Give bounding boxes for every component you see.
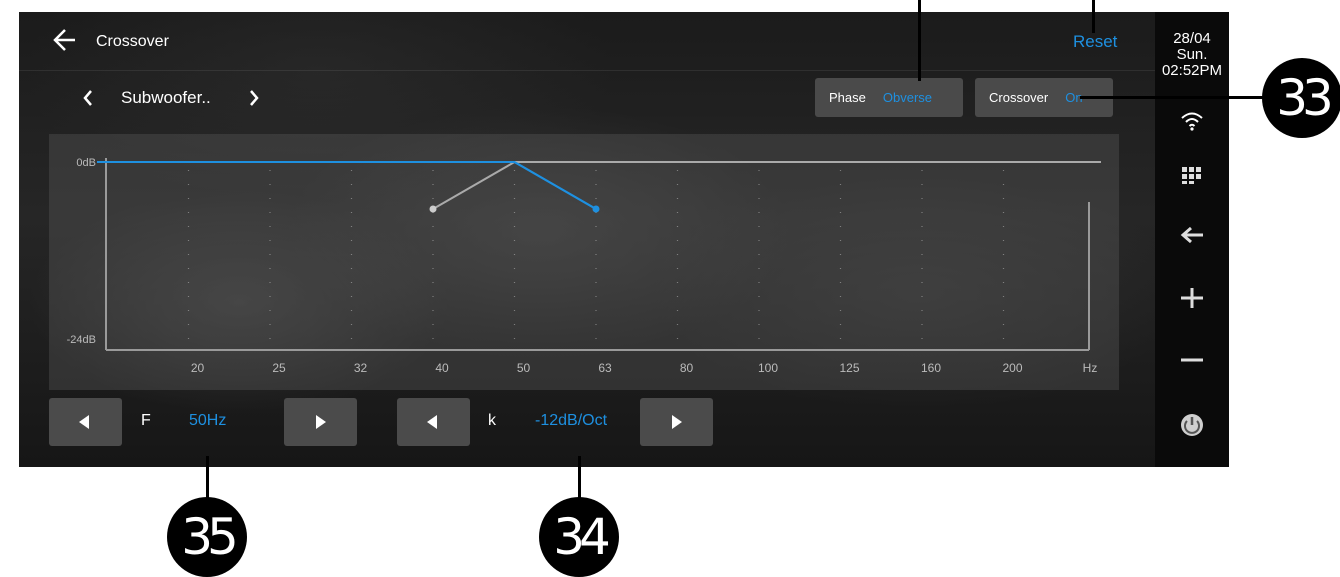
triangle-right-icon (316, 415, 326, 429)
apps-grid-icon[interactable] (1177, 160, 1207, 190)
chevron-right-icon (250, 90, 259, 106)
next-channel-button[interactable] (245, 84, 263, 112)
time: 02:52PM (1161, 62, 1223, 79)
callout-marker: 34 (539, 497, 619, 577)
blue-handle-point (592, 205, 600, 213)
chevron-left-icon (83, 90, 92, 106)
power-icon[interactable] (1177, 410, 1207, 440)
prev-channel-button[interactable] (79, 84, 97, 112)
slope-increase-button[interactable] (640, 398, 713, 446)
crossover-chart: 0dB -24dB 20 25 32 40 50 63 80 100 125 160 200 Hz (67, 157, 1101, 375)
slope-decrease-button[interactable] (397, 398, 470, 446)
x-tick-label: 40 (435, 361, 449, 375)
volume-down-icon[interactable] (1177, 344, 1207, 374)
triangle-right-icon (672, 415, 682, 429)
status-sidebar: 28/04 Sun. 02:52PM (1155, 12, 1229, 467)
slope-label: k (488, 412, 496, 429)
x-tick-label: 20 (191, 361, 205, 375)
freq-value: 50Hz (189, 412, 227, 429)
blue-response-line-overlay (97, 161, 597, 210)
reset-button[interactable]: Reset (1073, 32, 1117, 52)
y-label-bottom: -24dB (67, 334, 96, 346)
callout-marker: 35 (167, 497, 247, 577)
wifi-icon[interactable] (1177, 106, 1207, 136)
day: Sun. (1176, 46, 1208, 63)
blue-response-line (97, 161, 597, 210)
phase-value: Obverse (882, 90, 933, 105)
x-tick-label: 80 (680, 361, 694, 375)
back-arrow-icon[interactable] (1177, 220, 1207, 250)
date-time: 28/04 Sun. 02:52PM (1155, 31, 1229, 79)
x-tick-label: 160 (921, 361, 941, 375)
date: 28/04 (1173, 30, 1211, 47)
triangle-left-icon (427, 415, 437, 429)
phase-toggle[interactable]: Phase Obverse (815, 78, 963, 117)
triangle-left-icon (79, 415, 89, 429)
crossover-label: Crossover (989, 90, 1049, 105)
app-screen: Crossover Reset Subwoofer.. Phase Obvers… (19, 12, 1229, 467)
freq-label: F (141, 412, 151, 429)
freq-increase-button[interactable] (284, 398, 357, 446)
gray-response-line (432, 161, 1101, 210)
callout-line (918, 0, 921, 81)
callout-line (1080, 96, 1270, 99)
channel-name: Subwoofer.. (121, 88, 211, 107)
x-tick-label: 50 (517, 361, 531, 375)
page-title: Crossover (96, 33, 169, 50)
volume-up-icon[interactable] (1177, 282, 1207, 312)
x-tick-label: 125 (839, 361, 859, 375)
x-tick-label: 32 (354, 361, 368, 375)
y-label-top: 0dB (76, 157, 96, 169)
callout-marker: 33 (1262, 58, 1340, 138)
x-unit-label: Hz (1083, 361, 1098, 375)
phase-label: Phase (829, 90, 866, 105)
x-tick-label: 63 (598, 361, 612, 375)
slope-value: -12dB/Oct (535, 412, 608, 429)
crossover-panel: Crossover Reset Subwoofer.. Phase Obvers… (19, 12, 1155, 467)
gray-handle-point (429, 205, 437, 213)
back-button[interactable] (51, 26, 79, 54)
crossover-graph[interactable]: 0dB -24dB 20 25 32 40 50 63 80 100 125 160 200 Hz (49, 134, 1119, 390)
callout-line (1092, 0, 1095, 33)
freq-decrease-button[interactable] (49, 398, 122, 446)
x-tick-label: 25 (272, 361, 286, 375)
x-tick-label: 100 (758, 361, 778, 375)
back-arrow-icon (53, 29, 75, 51)
top-bar: Crossover Reset (19, 12, 1155, 71)
x-tick-label: 200 (1002, 361, 1022, 375)
